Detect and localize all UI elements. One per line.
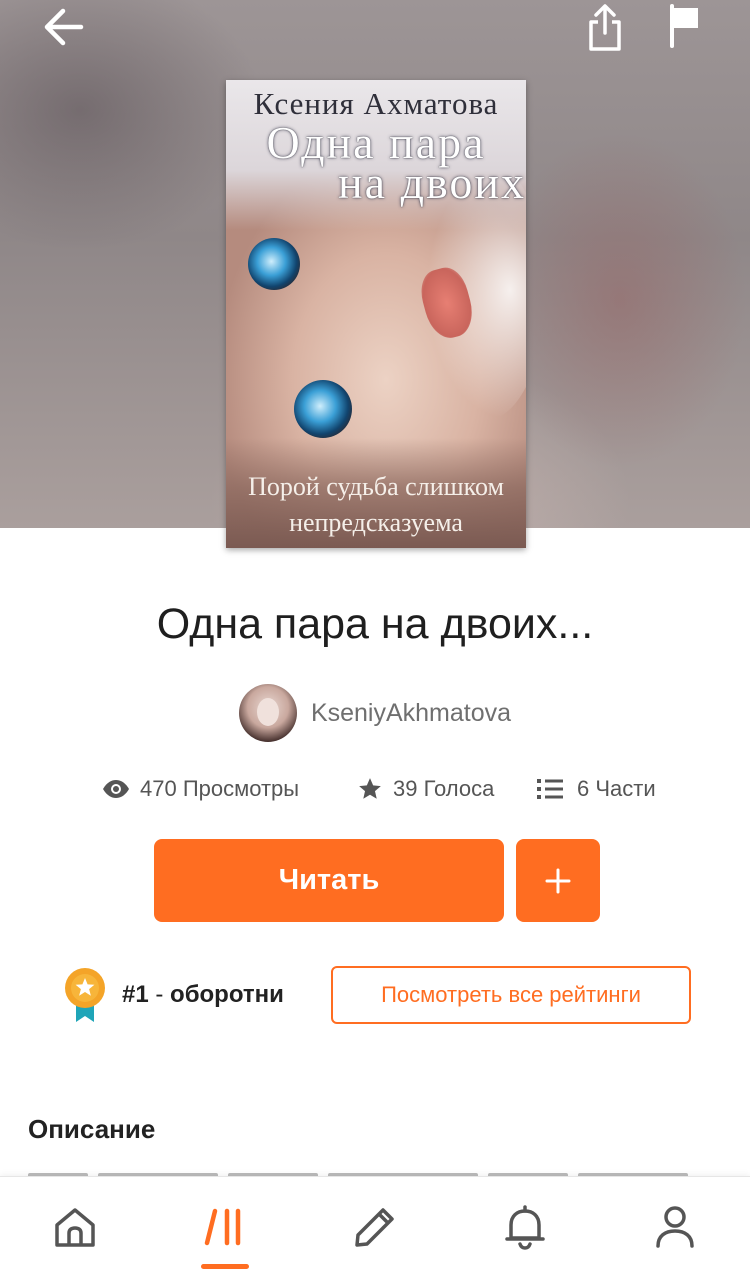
- ranking-badge: #1 - оборотни: [62, 966, 284, 1024]
- avatar-art: [256, 698, 279, 726]
- home-icon: [55, 1208, 95, 1247]
- book-cover[interactable]: Ксения Ахматова Одна пара на двоих Порой…: [226, 80, 526, 548]
- cover-art: [294, 380, 352, 438]
- view-all-rankings-button[interactable]: Посмотреть все рейтинги: [331, 966, 691, 1024]
- share-button[interactable]: [580, 0, 630, 56]
- avatar[interactable]: [238, 684, 297, 742]
- back-button[interactable]: [30, 2, 96, 52]
- read-button[interactable]: Читать: [154, 839, 504, 922]
- write-icon: [355, 1208, 394, 1247]
- rank-separator: -: [148, 981, 171, 1008]
- description-heading: Описание: [28, 1114, 156, 1144]
- add-to-library-button[interactable]: [516, 839, 600, 922]
- profile-icon: [656, 1206, 694, 1248]
- flag-icon: [670, 4, 698, 48]
- active-tab-indicator: [201, 1264, 249, 1269]
- eye-icon: [103, 780, 129, 798]
- nav-profile[interactable]: [600, 1177, 750, 1276]
- notifications-icon: [505, 1205, 545, 1250]
- author-link[interactable]: KseniyAkhmatova: [0, 684, 750, 742]
- bottom-navigation: [0, 1176, 750, 1276]
- share-icon: [589, 4, 621, 51]
- nav-write[interactable]: [300, 1177, 450, 1276]
- rank-tag: оборотни: [170, 981, 284, 1008]
- views-count: 470 Просмотры: [140, 776, 300, 801]
- cover-tagline: непредсказуема: [289, 508, 463, 537]
- votes-count: 39 Голоса: [393, 776, 495, 801]
- parts-stat[interactable]: 6 Части: [537, 776, 656, 802]
- nav-notifications[interactable]: [450, 1177, 600, 1276]
- nav-library[interactable]: [150, 1177, 300, 1276]
- story-title: Одна пара на двоих...: [156, 600, 594, 648]
- nav-home[interactable]: [0, 1177, 150, 1276]
- views-stat: 470 Просмотры: [102, 776, 299, 802]
- ranking-text: #1 - оборотни: [122, 981, 284, 1009]
- cover-tagline: Порой судьба слишком: [248, 472, 504, 501]
- parts-count: 6 Части: [577, 776, 656, 801]
- cover-art: [248, 238, 300, 290]
- rank-number: #1: [122, 981, 149, 1008]
- list-icon: [537, 779, 563, 799]
- arrow-left-icon: [44, 8, 84, 46]
- cover-title: на двоих: [338, 157, 526, 208]
- author-username[interactable]: KseniyAkhmatova: [311, 699, 511, 728]
- star-icon: [359, 778, 381, 799]
- votes-stat: 39 Голоса: [357, 776, 494, 802]
- medal-icon: [65, 968, 105, 1022]
- story-stats: 470 Просмотры 39 Голоса 6 Части: [0, 776, 750, 806]
- library-icon: [204, 1208, 241, 1246]
- report-button[interactable]: [660, 0, 710, 52]
- plus-icon: [545, 868, 571, 893]
